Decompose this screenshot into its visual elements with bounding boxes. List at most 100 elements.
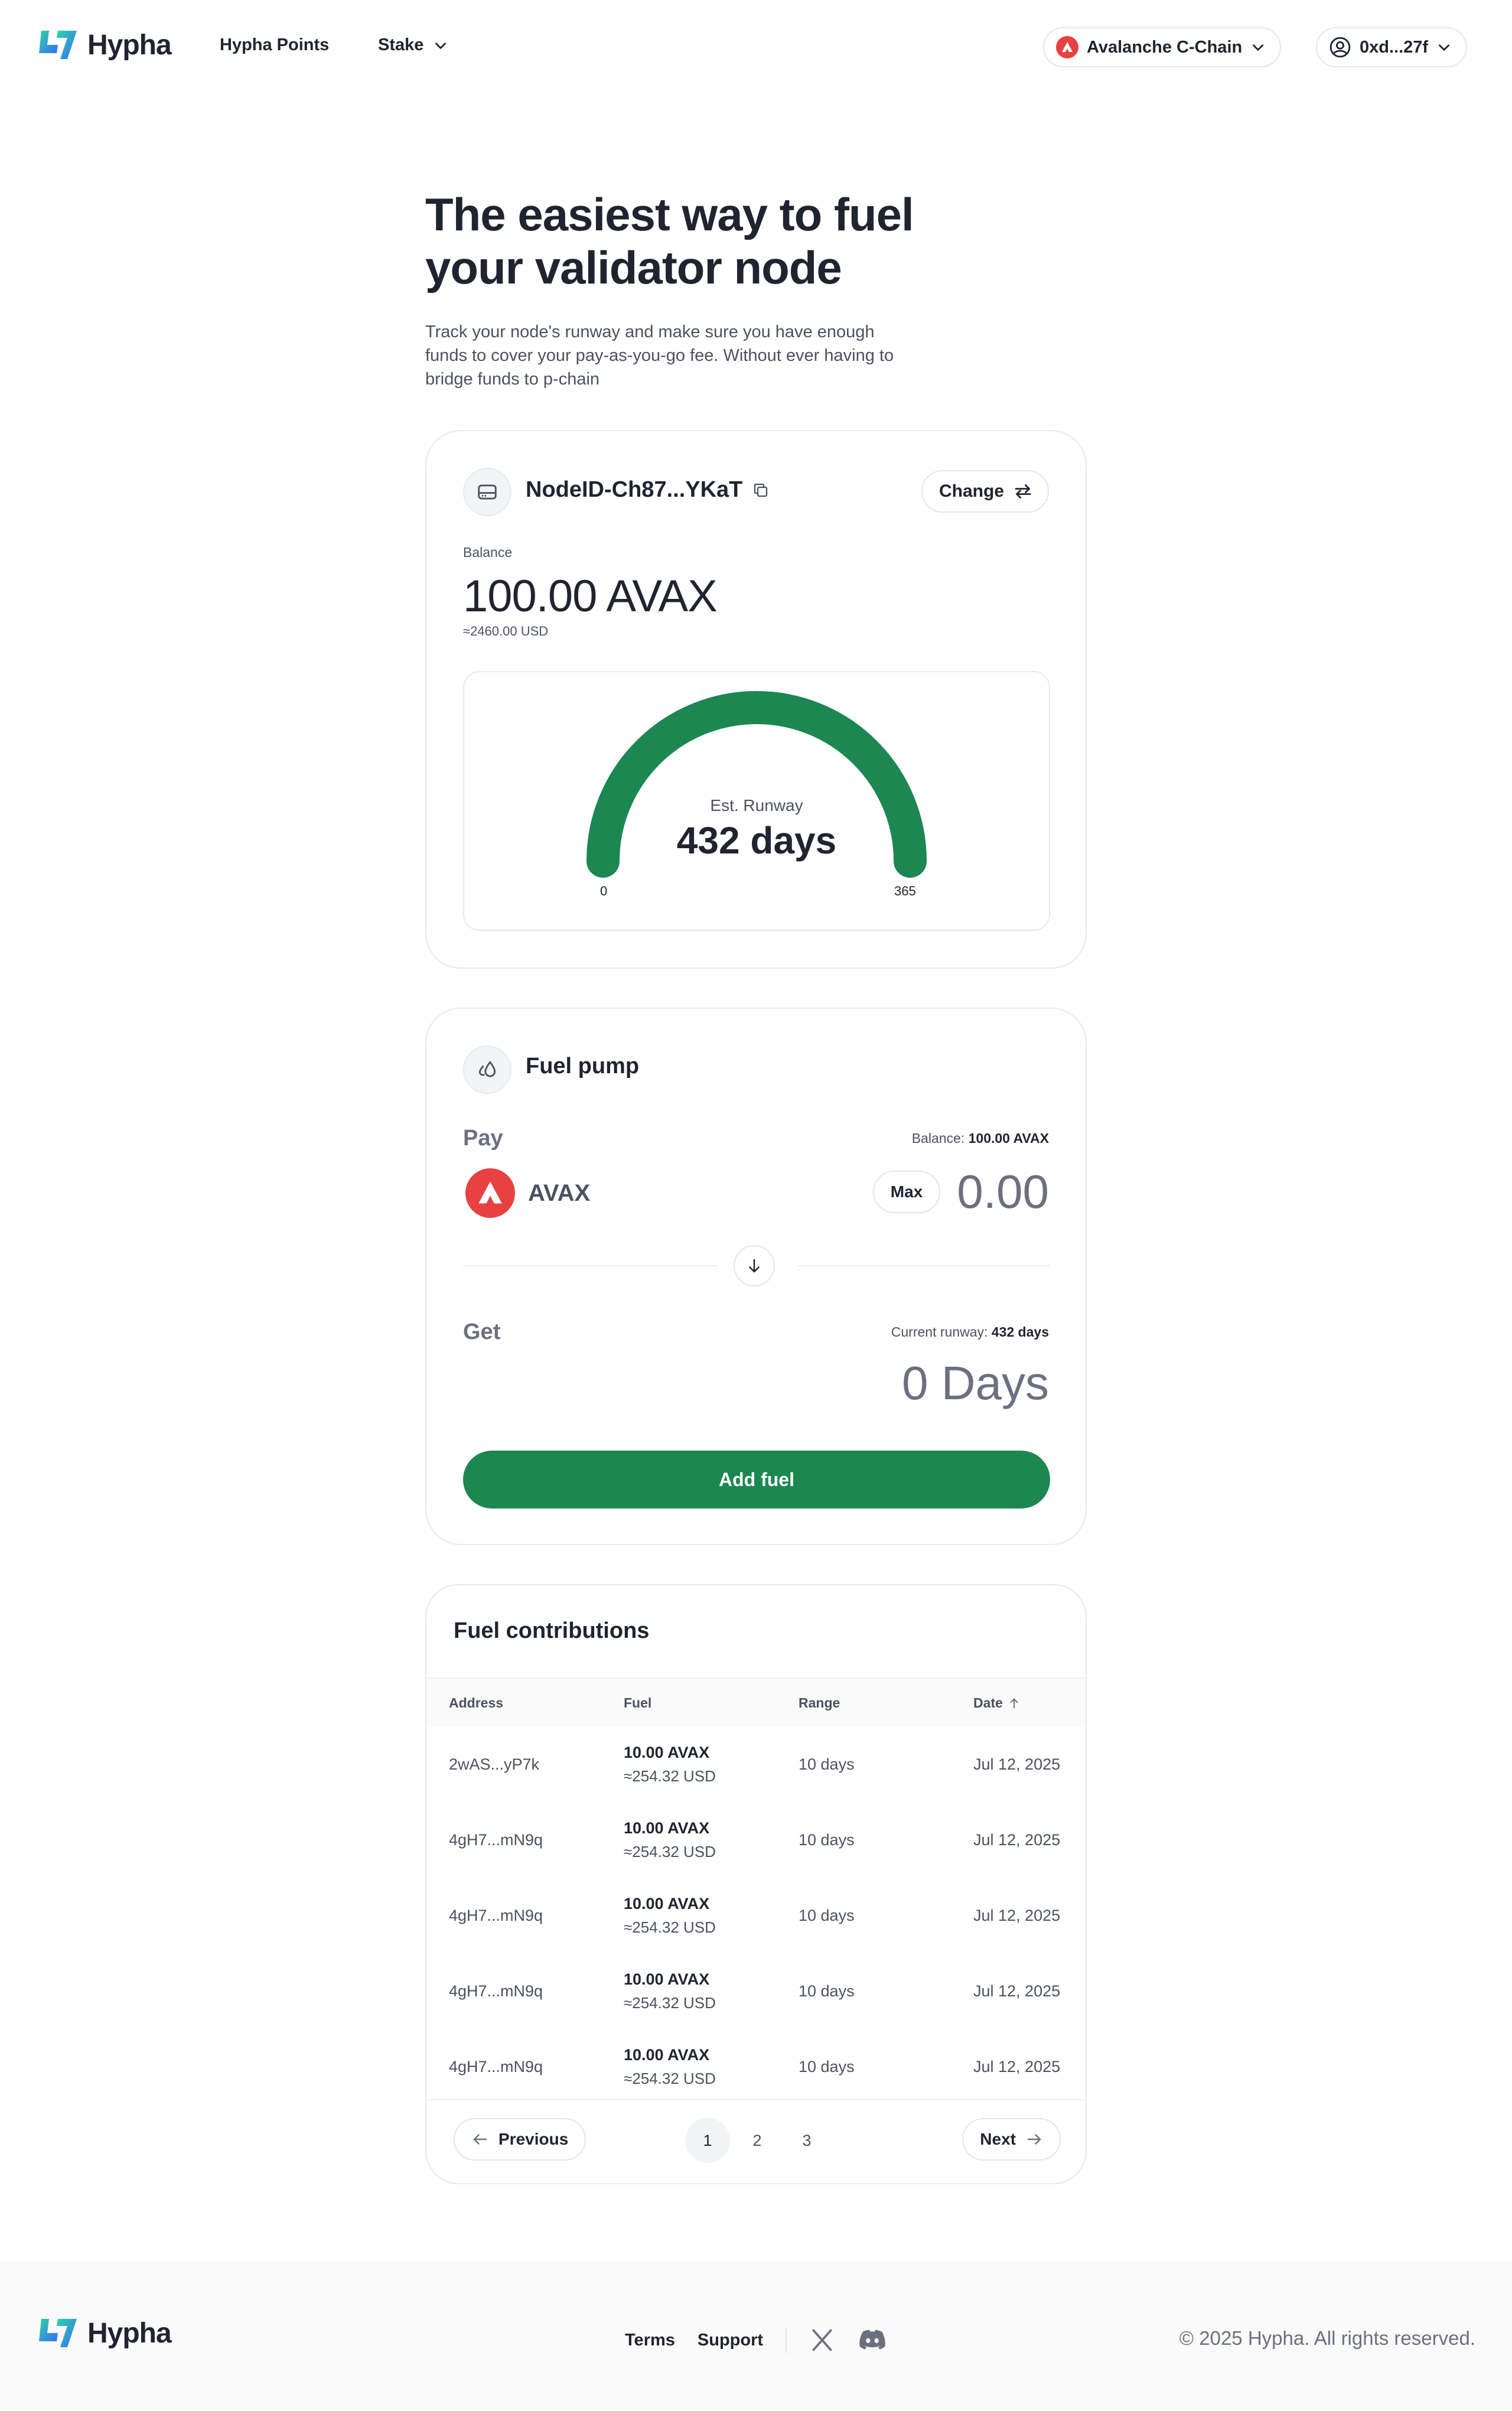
chain-selector[interactable]: Avalanche C-Chain xyxy=(1043,27,1282,67)
get-amount: 0 Days xyxy=(902,1357,1049,1409)
chevron-down-icon xyxy=(435,42,447,49)
row-fuel-usd: ≈254.32 USD xyxy=(624,2070,716,2087)
previous-page-button[interactable]: Previous xyxy=(454,2118,586,2161)
top-nav: Hypha Hypha Points Stake Avalanche C-Cha… xyxy=(0,0,1512,95)
hypha-logo[interactable]: Hypha xyxy=(37,2315,172,2351)
change-node-label: Change xyxy=(939,481,1004,501)
nav-hypha-points-label: Hypha Points xyxy=(220,35,330,54)
row-date: Jul 12, 2025 xyxy=(973,1755,1061,1773)
column-address: Address xyxy=(449,1695,504,1710)
fuel-pump-title: Fuel pump xyxy=(526,1054,640,1079)
page-subtitle-line1: Track your node's runway and make sure y… xyxy=(425,322,875,341)
divider xyxy=(797,1265,1050,1266)
balance-label: Balance xyxy=(463,545,513,560)
gauge-max-label: 365 xyxy=(894,884,916,898)
wallet-button[interactable]: 0xd...27f xyxy=(1316,27,1468,67)
server-icon xyxy=(463,468,511,516)
table-row: 2wAS...yP7k 10.00 AVAX ≈254.32 USD 10 da… xyxy=(426,1727,1086,1803)
chevron-down-icon xyxy=(1253,44,1264,51)
next-page-button[interactable]: Next xyxy=(962,2118,1061,2161)
terms-link[interactable]: Terms xyxy=(625,2331,675,2350)
row-date: Jul 12, 2025 xyxy=(973,1907,1061,1924)
footer-divider xyxy=(786,2327,787,2353)
row-fuel-usd: ≈254.32 USD xyxy=(624,1994,716,2012)
page-3-button[interactable]: 3 xyxy=(784,2118,829,2163)
nav-hypha-points[interactable]: Hypha Points xyxy=(220,35,329,55)
previous-page-label: Previous xyxy=(498,2130,569,2148)
max-button[interactable]: Max xyxy=(873,1171,940,1213)
row-address: 4gH7...mN9q xyxy=(449,1907,543,1924)
row-fuel: 10.00 AVAX xyxy=(624,1970,710,1988)
page-subtitle: Track your node's runway and make sure y… xyxy=(425,320,957,391)
row-fuel-usd: ≈254.32 USD xyxy=(624,1767,716,1785)
row-address: 2wAS...yP7k xyxy=(449,1755,540,1773)
page-title: The easiest way to fuel your validator n… xyxy=(425,188,957,294)
footer-links: Terms Support xyxy=(625,2327,887,2353)
fuel-drop-icon xyxy=(463,1045,511,1094)
pay-balance-value: 100.00 AVAX xyxy=(968,1130,1049,1146)
next-page-label: Next xyxy=(980,2130,1016,2148)
row-range: 10 days xyxy=(799,1907,855,1924)
current-runway-prefix: Current runway: xyxy=(891,1324,988,1340)
x-twitter-icon[interactable] xyxy=(809,2327,835,2353)
avalanche-icon xyxy=(465,1168,515,1218)
swap-arrows-icon xyxy=(1015,484,1031,499)
support-link[interactable]: Support xyxy=(698,2331,763,2350)
table-row: 4gH7...mN9q 10.00 AVAX ≈254.32 USD 10 da… xyxy=(426,1878,1086,1954)
token-selector[interactable]: AVAX xyxy=(465,1168,590,1218)
copyright: © 2025 Hypha. All rights reserved. xyxy=(1179,2327,1475,2349)
row-fuel: 10.00 AVAX xyxy=(624,2046,710,2064)
divider xyxy=(463,1265,717,1266)
arrow-left-icon xyxy=(473,2134,487,2145)
pay-amount-input[interactable]: 0.00 xyxy=(957,1165,1049,1219)
column-date[interactable]: Date xyxy=(973,1695,1021,1711)
arrow-down-icon xyxy=(734,1245,775,1286)
row-address: 4gH7...mN9q xyxy=(449,1831,543,1849)
change-node-button[interactable]: Change xyxy=(921,470,1049,513)
pay-label: Pay xyxy=(463,1126,503,1151)
chevron-down-icon xyxy=(1439,44,1450,51)
discord-icon[interactable] xyxy=(858,2327,887,2353)
column-date-label: Date xyxy=(973,1695,1003,1710)
token-label: AVAX xyxy=(528,1180,591,1206)
wallet-address: 0xd...27f xyxy=(1360,37,1429,57)
runway-gauge: Est. Runway 432 days 0 365 xyxy=(463,671,1050,931)
chain-label: Avalanche C-Chain xyxy=(1087,37,1243,57)
user-circle-icon xyxy=(1329,37,1351,58)
hypha-logo-icon xyxy=(39,2319,77,2347)
row-address: 4gH7...mN9q xyxy=(449,2058,543,2076)
page-title-line2: your validator node xyxy=(425,242,842,294)
row-fuel: 10.00 AVAX xyxy=(624,1819,710,1837)
row-address: 4gH7...mN9q xyxy=(449,1982,543,2000)
node-card: NodeID-Ch87...YKaT Change Balance 100.00… xyxy=(425,430,1087,969)
nav-stake-dropdown[interactable]: Stake xyxy=(378,35,448,55)
page-title-line1: The easiest way to fuel xyxy=(425,188,914,240)
node-id-label: NodeID-Ch87...YKaT xyxy=(526,477,743,502)
row-range: 10 days xyxy=(799,1982,855,2000)
footer: Hypha Terms Support © 2025 Hypha. All ri… xyxy=(0,2261,1512,2411)
copy-icon[interactable] xyxy=(752,481,770,499)
table-row: 4gH7...mN9q 10.00 AVAX ≈254.32 USD 10 da… xyxy=(426,1954,1086,2029)
nav-stake-label: Stake xyxy=(378,35,424,54)
column-fuel: Fuel xyxy=(624,1695,652,1710)
get-label: Get xyxy=(463,1319,501,1344)
balance-value: 100.00 AVAX xyxy=(463,571,718,621)
sort-arrow-up-icon xyxy=(1010,1698,1018,1708)
fuel-pump-card: Fuel pump Pay Balance: 100.00 AVAX AVAX … xyxy=(425,1008,1087,1545)
page-2-button[interactable]: 2 xyxy=(735,2118,780,2163)
fuel-contributions-card: Fuel contributions Address Fuel Range Da… xyxy=(425,1584,1087,2184)
row-fuel-usd: ≈254.32 USD xyxy=(624,1918,716,1936)
hypha-logo[interactable]: Hypha xyxy=(37,27,172,63)
balance-usd: ≈2460.00 USD xyxy=(463,624,549,638)
table-header: Address Fuel Range Date xyxy=(426,1677,1086,1727)
contributions-title: Fuel contributions xyxy=(454,1618,650,1643)
row-range: 10 days xyxy=(799,1755,855,1773)
page-1-button[interactable]: 1 xyxy=(685,2118,730,2163)
arrow-right-icon xyxy=(1027,2134,1041,2145)
column-range: Range xyxy=(799,1695,840,1710)
row-date: Jul 12, 2025 xyxy=(973,1982,1061,2000)
node-id: NodeID-Ch87...YKaT xyxy=(526,477,770,503)
row-fuel: 10.00 AVAX xyxy=(624,1744,710,1761)
row-range: 10 days xyxy=(799,1831,855,1849)
add-fuel-button[interactable]: Add fuel xyxy=(463,1451,1050,1508)
